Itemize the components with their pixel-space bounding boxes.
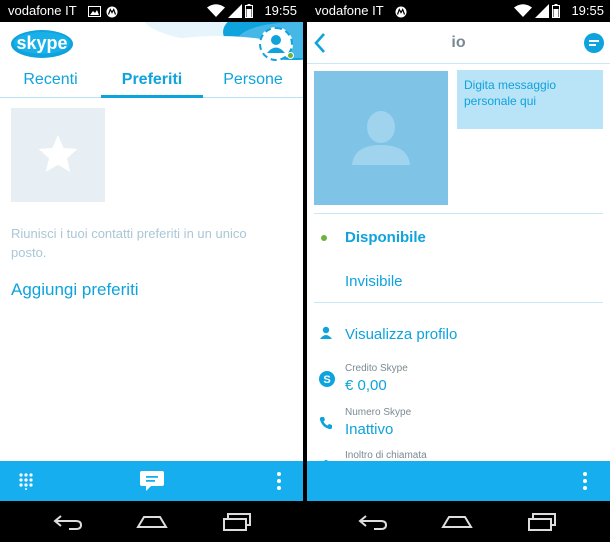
status-bar: vodafone IT 19:55 — [307, 0, 610, 22]
add-favorites-link[interactable]: Aggiungi preferiti — [11, 280, 139, 300]
call-forwarding-label: Inoltro di chiamata — [345, 450, 427, 461]
dialpad-icon[interactable] — [18, 472, 34, 490]
online-status-dot — [321, 235, 327, 241]
recents-nav-icon[interactable] — [527, 513, 557, 531]
new-chat-icon[interactable] — [139, 468, 165, 494]
signal-icon — [228, 4, 242, 18]
wifi-icon — [514, 4, 532, 17]
skype-credit-icon: S — [319, 371, 335, 387]
person-icon — [320, 326, 332, 339]
motorola-icon — [106, 6, 118, 17]
star-icon — [38, 135, 78, 172]
svg-text:skype: skype — [16, 33, 67, 53]
wifi-icon — [207, 4, 225, 17]
credit-label: Credito Skype — [345, 363, 408, 374]
back-nav-icon[interactable] — [53, 514, 83, 530]
image-notification-icon — [88, 6, 101, 17]
default-avatar-icon — [352, 111, 410, 165]
home-nav-icon[interactable] — [441, 515, 473, 529]
profile-photo[interactable] — [314, 71, 448, 205]
home-nav-icon[interactable] — [136, 515, 168, 529]
clock: 19:55 — [571, 3, 604, 18]
favorite-placeholder-tile — [11, 108, 105, 202]
profile-header: io — [307, 22, 610, 64]
svg-text:S: S — [323, 374, 330, 386]
android-nav-bar — [0, 501, 303, 542]
carrier-name: vodafone IT — [315, 3, 384, 18]
section-divider — [314, 302, 603, 303]
mood-message-field[interactable]: Digita messaggio personale qui — [457, 70, 603, 129]
recents-nav-icon[interactable] — [222, 513, 252, 531]
credit-value[interactable]: € 0,00 — [345, 377, 387, 394]
battery-icon — [552, 4, 560, 18]
my-profile-screen: vodafone IT 19:55 io Digita messaggio pe… — [307, 0, 610, 542]
signal-icon — [535, 4, 549, 18]
android-nav-bar — [307, 501, 610, 542]
bottom-action-bar — [307, 461, 610, 501]
active-tab-indicator — [101, 95, 203, 98]
online-status-dot — [287, 52, 294, 59]
number-label: Numero Skype — [345, 407, 412, 418]
favorites-screen: vodafone IT 19:55 skype Recenti Preferit… — [0, 0, 303, 542]
page-title: io — [451, 34, 466, 51]
status-bar: vodafone IT 19:55 — [0, 0, 303, 22]
view-profile-link[interactable]: Visualizza profilo — [345, 326, 457, 343]
system-icons — [207, 4, 253, 18]
bottom-action-bar — [0, 461, 303, 501]
status-available-option[interactable]: Disponibile — [345, 229, 426, 246]
overflow-menu-icon[interactable] — [276, 471, 282, 491]
battery-icon — [245, 4, 253, 18]
notification-icons — [88, 5, 118, 18]
tab-preferiti[interactable]: Preferiti — [101, 71, 203, 89]
number-value[interactable]: Inattivo — [345, 421, 393, 438]
tab-recenti[interactable]: Recenti — [0, 71, 101, 89]
section-divider — [314, 213, 603, 214]
status-invisible-option[interactable]: Invisibile — [345, 273, 403, 290]
system-icons — [514, 4, 560, 18]
back-nav-icon[interactable] — [358, 514, 388, 530]
skype-logo: skype — [11, 30, 73, 58]
notification-icons — [395, 5, 407, 18]
tab-bar: Recenti Preferiti Persone — [0, 67, 303, 98]
carrier-name: vodafone IT — [8, 3, 77, 18]
phone-icon — [319, 417, 332, 430]
profile-avatar-button[interactable] — [259, 27, 294, 61]
clock: 19:55 — [264, 3, 297, 18]
app-header: skype — [0, 22, 303, 67]
overflow-menu-icon[interactable] — [582, 471, 588, 491]
favorites-empty-message: Riunisci i tuoi contatti preferiti in un… — [11, 226, 247, 260]
menu-lines-icon — [589, 40, 599, 46]
tab-persone[interactable]: Persone — [203, 71, 303, 89]
options-button[interactable] — [584, 33, 604, 53]
motorola-icon — [395, 6, 407, 17]
